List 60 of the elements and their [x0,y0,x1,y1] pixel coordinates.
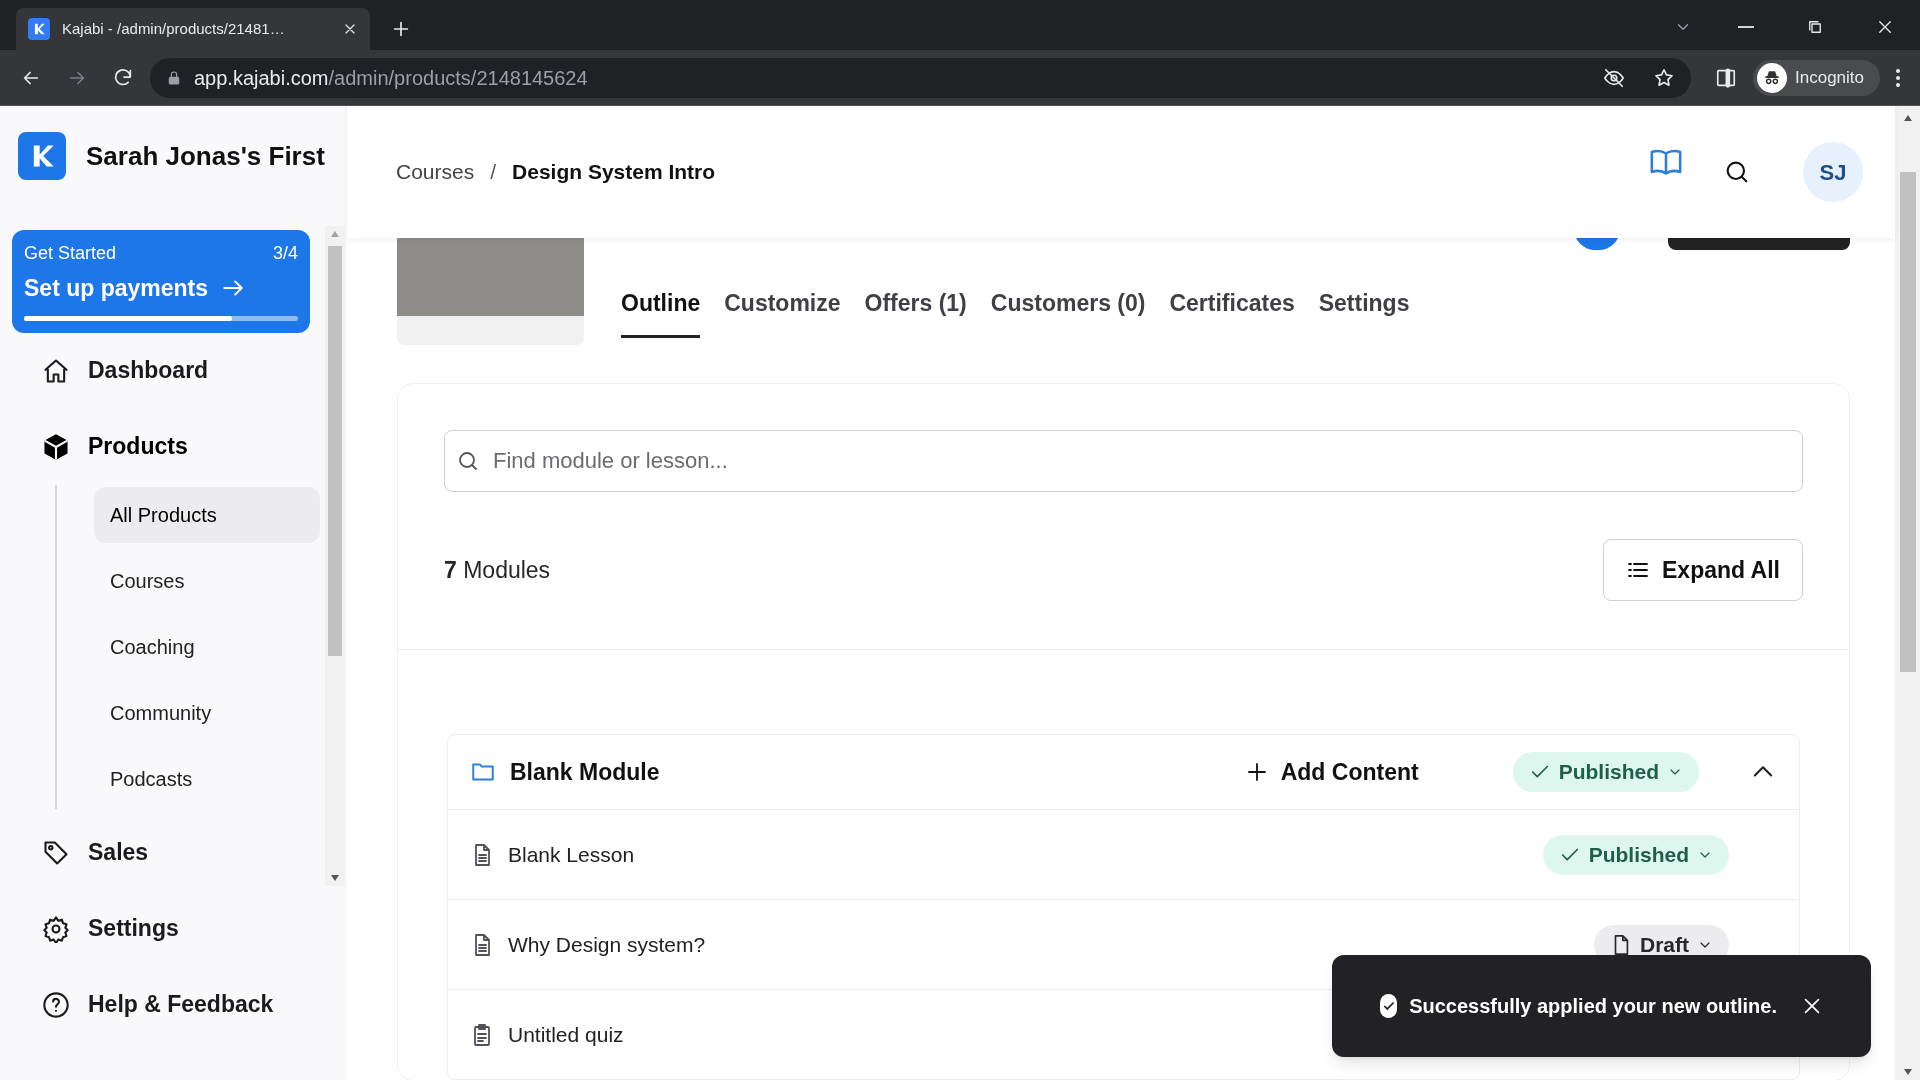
box-icon [42,432,70,461]
eye-off-icon [1603,66,1625,89]
browser-tab[interactable]: Kajabi - /admin/products/21481… [16,8,370,50]
lesson-row[interactable]: Blank Lesson Published [448,809,1799,899]
tab[interactable]: Customers (0) [990,272,1146,338]
kajabi-logo-icon [28,18,50,40]
lock-icon [166,69,182,86]
tab[interactable]: Outline [621,272,701,338]
tab[interactable]: Customize [724,272,841,338]
expand-all-button[interactable]: Expand All [1603,539,1803,601]
nav-subitem[interactable]: Community [94,684,320,741]
avatar[interactable]: SJ [1803,142,1863,202]
tab[interactable]: Settings [1318,272,1410,338]
module-title: Blank Module [510,757,660,787]
scroll-up-icon[interactable] [1902,114,1913,122]
search-field[interactable]: Find module or lesson... [444,430,1803,492]
tag-icon [42,838,70,867]
more-icon[interactable] [1896,68,1900,87]
site-name: Sarah Jonas's First [86,139,325,173]
get-started-card[interactable]: Get Started 3/4 Set up payments [12,230,310,333]
url-text: app.kajabi.com/admin/products/2148145624 [194,65,588,91]
kajabi-logo-icon [18,132,66,180]
star-icon [1653,66,1675,89]
nav-subitem[interactable]: Coaching [94,618,320,675]
breadcrumb-link[interactable]: Design System Intro [512,156,716,188]
module-count: 7 Modules [444,555,551,585]
nav-item[interactable]: Dashboard [12,332,310,409]
side-panel-icon [1715,66,1737,89]
close-icon [1876,18,1894,36]
breadcrumb-separator: / [490,159,497,186]
scrollbar-thumb[interactable] [1899,172,1916,672]
nav-item[interactable]: Sales [12,814,310,891]
nav-item[interactable]: Products [12,408,310,485]
status-dropdown[interactable]: Published [1542,834,1729,875]
module-header[interactable]: Blank Module Add Content Published [448,735,1799,809]
scrollbar-thumb[interactable] [328,246,342,656]
progress-count: 3/4 [272,242,298,265]
tab[interactable]: Offers (1) [864,272,967,338]
toast-message: Successfully applied your new outline. [1409,994,1777,1019]
address-bar[interactable]: app.kajabi.com/admin/products/2148145624 [150,57,1691,98]
profile-button[interactable]: Incognito [1753,59,1880,96]
setup-payments-text: Set up payments [24,274,209,303]
nav-item[interactable]: Settings [12,890,310,967]
settings-icon [42,914,70,943]
nav-subitem[interactable]: Podcasts [94,750,320,807]
tab-title: Kajabi - /admin/products/21481… [62,18,286,39]
add-content-button[interactable]: Add Content [1244,754,1419,790]
scroll-down-icon[interactable] [330,874,340,882]
scroll-down-icon[interactable] [1902,1068,1913,1076]
help-icon [42,990,70,1019]
tab[interactable]: Certificates [1169,272,1295,338]
incognito-icon [1757,62,1787,93]
nav-subitem[interactable]: Courses [94,552,320,609]
status-dropdown[interactable]: Published [1512,752,1699,792]
get-started-label: Get Started [24,242,117,265]
search-icon [456,449,480,473]
nav-subitem[interactable]: All Products [94,486,320,543]
nav-item[interactable]: Help & Feedback [12,966,310,1043]
breadcrumb-link[interactable]: Courses [396,156,475,188]
restore-icon [1806,18,1824,36]
